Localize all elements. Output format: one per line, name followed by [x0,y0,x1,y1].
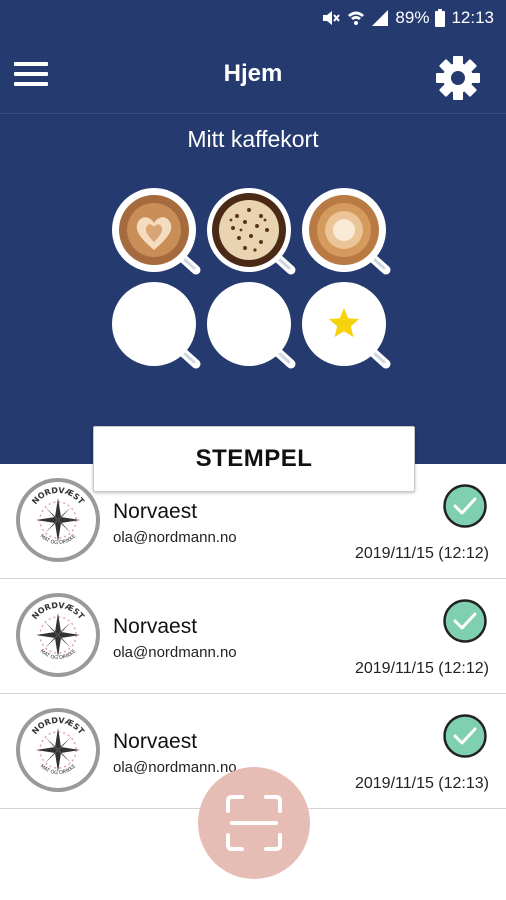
reward-stamp-slot [300,280,396,376]
check-circle-icon [443,714,487,758]
coffee-stamp-cappuccino [205,186,301,282]
empty-stamp-slot [110,280,206,376]
shop-name: Norvaest [113,730,198,753]
app-bar: Hjem [0,36,506,114]
card-title: Mitt kaffekort [187,126,319,152]
gear-icon[interactable] [434,54,482,102]
stamp-button[interactable]: STEMPEL [93,426,415,492]
user-email: ola@nordmann.no [113,644,237,661]
shop-logo: NORDVÆST MAT OG DRIKKE [15,707,101,793]
coffee-card: Mitt kaffekort [0,114,506,466]
stamp-datetime: 2019/11/15 (12:12) [354,545,489,562]
status-icons: 89% 12:13 [321,7,494,29]
clock: 12:13 [451,8,494,27]
coffee-stamp-latte-heart [110,186,206,282]
shop-logo: NORDVÆST MAT OG DRIKKE [15,477,101,563]
user-email: ola@nordmann.no [113,529,237,546]
empty-stamp-slot [205,280,301,376]
check-circle-icon [443,484,487,528]
check-circle-icon [443,599,487,643]
status-bar: 89% 12:13 [0,0,506,36]
shop-name: Norvaest [113,615,198,638]
stamp-datetime: 2019/11/15 (12:12) [354,660,489,677]
shop-logo: NORDVÆST MAT OG DRIKKE [15,592,101,678]
shop-name: Norvaest [113,500,198,523]
scan-icon [226,795,282,851]
page-title: Hjem [223,60,283,87]
coffee-stamp-flat-white [300,186,396,282]
list-item[interactable]: NORDVÆST MAT OG DRIKKE Norvaest ola@nord… [0,579,506,694]
battery-percent: 89% [395,8,430,27]
battery-icon [435,9,446,27]
wifi-icon [348,11,365,25]
signal-icon [372,10,389,26]
stamp-history-list: NORDVÆST MAT OG DRIKKE Norvaest ola@nord… [0,464,506,809]
scan-button[interactable] [198,767,310,879]
mute-icon [323,11,341,25]
stamp-datetime: 2019/11/15 (12:13) [354,775,489,792]
